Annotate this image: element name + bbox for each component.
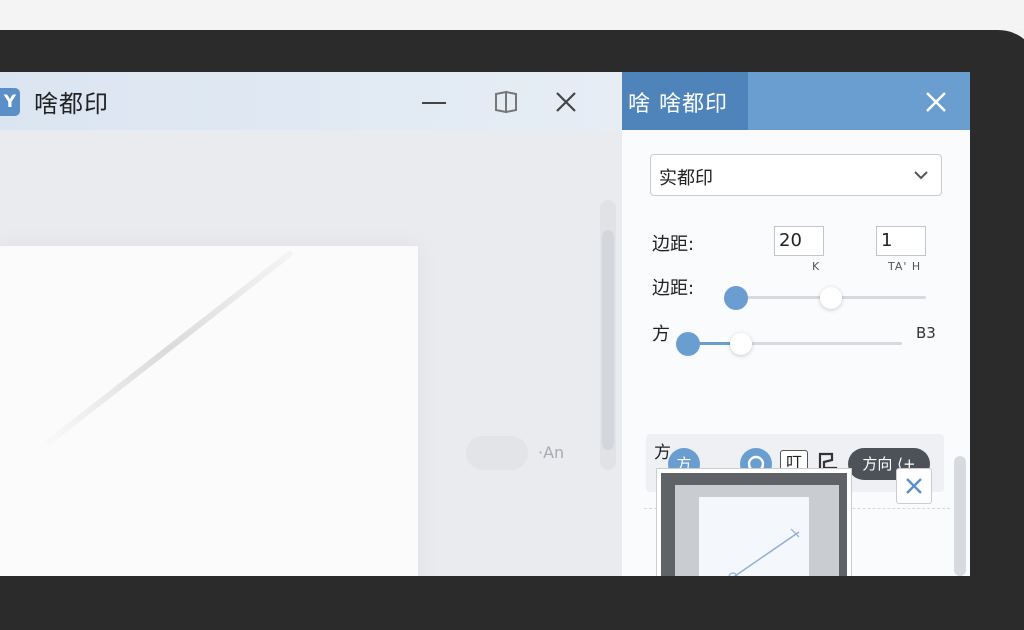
screen: Y 啥都印 ·An 啥 啥都印 实都印 边距: 20 1 K TA' H 边距:… xyxy=(0,72,970,576)
main-canvas[interactable]: ·An xyxy=(0,130,622,576)
thumbnail-page xyxy=(699,497,809,576)
main-window-title: 啥都印 xyxy=(34,90,109,118)
app-icon: Y xyxy=(0,88,20,116)
thumbnail-frame-light xyxy=(675,485,839,576)
margin-slider-marker[interactable] xyxy=(820,287,842,309)
panel-scrollbar[interactable] xyxy=(954,456,966,576)
direction-slider-knob[interactable] xyxy=(676,332,700,356)
direction-value: B3 xyxy=(916,324,936,342)
margin-label-1: 边距: xyxy=(652,234,695,255)
chevron-down-icon xyxy=(914,171,928,180)
margin-input-1[interactable]: 20 xyxy=(774,226,824,256)
direction-slider-marker[interactable] xyxy=(730,333,752,355)
close-icon xyxy=(926,92,946,112)
panel-titlebar[interactable]: 啥 啥都印 xyxy=(622,72,970,130)
thumbnail-line-icon xyxy=(728,528,800,576)
printer-select[interactable]: 实都印 xyxy=(650,154,942,196)
restore-icon xyxy=(495,90,517,114)
close-icon xyxy=(556,92,576,112)
margin-label-2: 边距: xyxy=(652,278,695,299)
ghost-text: ·An xyxy=(538,443,565,462)
main-scrollbar-thumb[interactable] xyxy=(602,230,614,450)
main-titlebar[interactable]: Y 啥都印 xyxy=(0,72,622,130)
ghost-pill xyxy=(466,436,528,470)
main-close-button[interactable] xyxy=(552,88,580,116)
page-thumbnail[interactable] xyxy=(656,468,852,576)
restore-button[interactable] xyxy=(492,88,520,116)
panel-close-button[interactable] xyxy=(922,88,950,116)
printer-select-value: 实都印 xyxy=(659,168,713,189)
panel-title: 啥 啥都印 xyxy=(628,92,728,117)
page-preview-sheet[interactable] xyxy=(0,246,418,576)
direction-label: 方 xyxy=(652,324,670,345)
thumbnail-frame-dark xyxy=(661,473,847,576)
remove-thumbnail-button[interactable] xyxy=(896,468,932,504)
tiny-label-k: K xyxy=(812,260,821,273)
settings-panel: 啥 啥都印 实都印 边距: 20 1 K TA' H 边距: 方 B3 方 方 … xyxy=(622,72,970,576)
margin-slider-knob[interactable] xyxy=(724,286,748,310)
close-icon xyxy=(906,478,922,494)
minimize-button[interactable] xyxy=(420,88,448,116)
tiny-label-right: TA' H xyxy=(888,260,922,273)
diagonal-stroke xyxy=(38,249,295,452)
margin-input-2[interactable]: 1 xyxy=(876,226,926,256)
top-background xyxy=(0,0,1024,30)
